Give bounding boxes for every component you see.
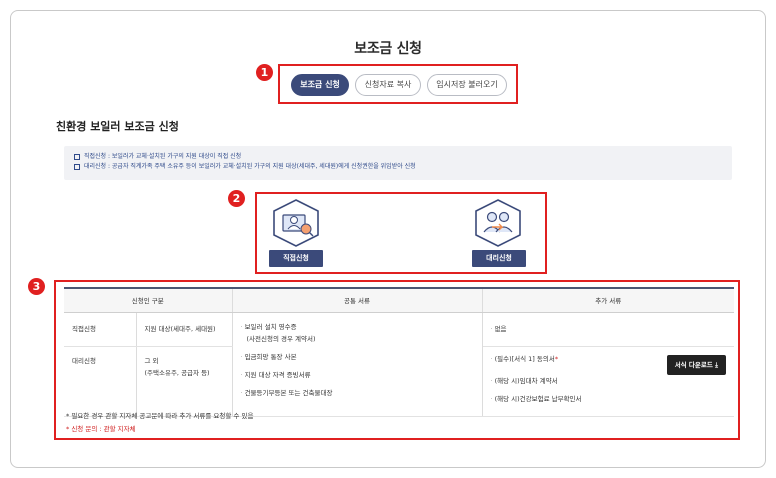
table-header-row: 신청인 구분 공통 서류 추가 서류 — [64, 287, 734, 313]
direct-extra-text: 없음 — [494, 324, 507, 333]
header-common-docs: 공통 서류 — [232, 287, 483, 313]
common-doc-item: 입금희망 통장 사본 — [244, 352, 297, 361]
footnote-note: * 필요한 경우 관할 지자체 공고문에 따라 추가 서류를 요청할 수 있음 — [66, 412, 254, 420]
cell-direct-target: 지원 대상(세대주, 세대원) — [136, 312, 233, 347]
direct-apply-button[interactable]: 직접신청 — [269, 250, 323, 267]
cell-common-docs: · 보일러 설치 영수증 (사전신청의 경우 계약서) · 입금희망 통장 사본 ·… — [232, 312, 483, 417]
proxy-target-line2: (주택소유주, 공급자 등) — [144, 368, 210, 377]
callout-badge-2: 2 — [228, 190, 245, 207]
common-doc-item-note: (사전신청의 경우 계약서) — [246, 334, 316, 343]
header-applicant-type: 신청인 구분 — [64, 287, 233, 313]
common-doc-item: 건물등기부등본 또는 건축물대장 — [244, 388, 333, 397]
tab-copy-application[interactable]: 신청자료 복사 — [355, 74, 421, 96]
proxy-extra-required: (필수)[서식 1] 동의서 — [494, 354, 555, 363]
cell-proxy-target: 그 외 (주택소유주, 공급자 등) — [136, 346, 233, 417]
direct-apply-card[interactable] — [266, 198, 326, 252]
download-icon: ⤓ — [715, 360, 718, 369]
proxy-extra-lease: (해당 시)임대차 계약서 — [494, 376, 558, 385]
bookmark-icon — [74, 163, 80, 170]
tab-load-temp-save[interactable]: 임시저장 불러오기 — [427, 74, 507, 96]
notice-direct: 직접신청 : 보일러가 교체·설치된 가구의 지원 대상이 직접 신청 — [84, 153, 242, 160]
notice-proxy: 대리신청 : 공급자 직계가족 주택 소유주 등이 보일러가 교체·설치된 가구… — [84, 163, 416, 170]
proxy-apply-button[interactable]: 대리신청 — [472, 250, 526, 267]
download-form-button[interactable]: 서식 다운로드 ⤓ — [666, 354, 726, 375]
cell-proxy-type: 대리신청 — [64, 346, 137, 417]
footnote-inquiry: * 신청 문의 : 관할 지자체 — [66, 425, 136, 433]
header-extra-docs: 추가 서류 — [482, 287, 734, 313]
proxy-extra-insurance: (해당 시)건강보험료 납부확인서 — [494, 394, 582, 403]
cell-proxy-extra: 서식 다운로드 ⤓ · (필수)[서식 1] 동의서* · (해당 시)임대차 계약… — [482, 346, 734, 417]
proxy-target-line1: 그 외 — [144, 356, 159, 365]
table-row-direct: 직접신청 지원 대상(세대주, 세대원) · 보일러 설치 영수증 (사전신청의 … — [64, 312, 734, 417]
section-title: 친환경 보일러 보조금 신청 — [56, 120, 179, 133]
people-handover-icon — [475, 199, 521, 247]
notice-box: 직접신청 : 보일러가 교체·설치된 가구의 지원 대상이 직접 신청 대리신청… — [64, 146, 732, 180]
callout-badge-3: 3 — [28, 278, 45, 295]
documents-table: 신청인 구분 공통 서류 추가 서류 직접신청 지원 대상(세대주, 세대원) … — [64, 287, 734, 417]
page-title: 보조금 신청 — [354, 41, 422, 57]
common-doc-item: 지원 대상 자격 증빙서류 — [244, 370, 311, 379]
cell-direct-extra: · 없음 — [482, 312, 734, 347]
bookmark-icon — [74, 153, 80, 160]
callout-badge-1: 1 — [256, 64, 273, 81]
common-doc-item: 보일러 설치 영수증 — [244, 322, 297, 331]
proxy-apply-card[interactable] — [468, 198, 528, 252]
cell-direct-type: 직접신청 — [64, 312, 137, 347]
tab-subsidy-apply[interactable]: 보조금 신청 — [291, 74, 349, 96]
person-document-icon — [273, 199, 319, 247]
